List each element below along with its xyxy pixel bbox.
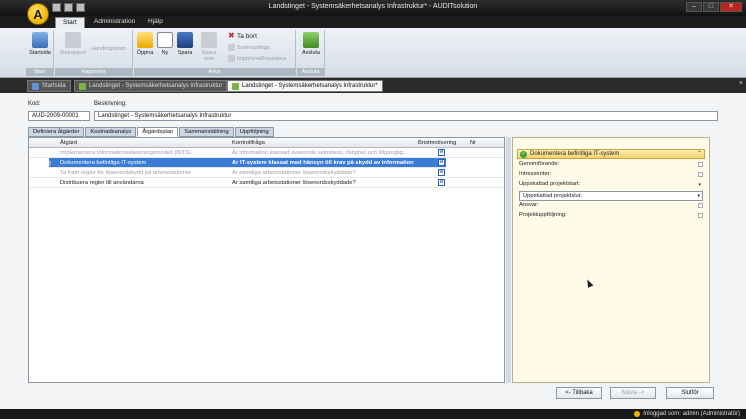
document-icon	[232, 82, 239, 90]
home-icon	[32, 82, 39, 90]
subtab-uppfoljning[interactable]: Uppföljning	[234, 127, 274, 137]
edit-field-icon[interactable]	[698, 172, 703, 177]
folder-icon	[137, 32, 153, 48]
user-icon	[634, 411, 641, 417]
panel-splitter[interactable]	[506, 137, 511, 383]
edit-field-icon[interactable]	[698, 203, 703, 208]
maximize-button[interactable]: □	[703, 2, 719, 12]
app-logo[interactable]: A	[27, 3, 49, 25]
tab-start[interactable]: Start	[55, 17, 85, 28]
merge-icon	[228, 44, 235, 51]
doc-tab-analysis-modified[interactable]: Landstinget - Systemsäkerhetsanalys Infr…	[227, 80, 383, 92]
save-as-button[interactable]: Spara som	[196, 32, 222, 62]
group-rapporter: Slutrapport Handlingsplan Rapporter	[55, 30, 133, 76]
import-export-icon	[228, 55, 235, 62]
beskrivning-label: Beskrivning:	[94, 101, 127, 107]
window-title: Landstinget - Systemsäkerhetsanalys Infr…	[268, 3, 478, 10]
status-bar: Inloggad som: admin (Administratör)	[0, 409, 746, 419]
edit-field-icon[interactable]	[698, 162, 703, 167]
detail-panel: ✓ Dokumentera befintliga IT-system ⌃ Gen…	[512, 137, 710, 383]
save-icon	[177, 32, 193, 48]
group-arkiv: Öppna Ny Spara Spara som ✖ Ta bort Samma…	[134, 30, 296, 76]
tab-hjalp[interactable]: Hjälp	[141, 17, 170, 28]
delete-button[interactable]: ✖ Ta bort	[228, 31, 257, 41]
edit-motivation-icon[interactable]: A	[438, 179, 445, 186]
exit-icon	[303, 32, 319, 48]
projektuppfoljning-row[interactable]: Projektuppföljning:	[519, 212, 703, 222]
save-as-icon	[201, 32, 217, 48]
delete-icon: ✖	[228, 31, 235, 40]
doc-tab-startsida[interactable]: Startsida	[27, 80, 71, 92]
detail-title: Dokumentera befintliga IT-system	[530, 151, 620, 157]
open-button[interactable]: Öppna	[135, 32, 155, 56]
slutrapport-button[interactable]: Slutrapport	[57, 32, 89, 56]
genomforande-row[interactable]: Genomförande:	[519, 161, 703, 171]
subtab-definiera[interactable]: Definiera åtgärder	[28, 127, 85, 137]
tab-administration[interactable]: Administration	[87, 17, 142, 28]
document-tabs: Startsida Landstinget - Systemsäkerhetsa…	[0, 78, 746, 93]
check-icon: ✓	[520, 151, 527, 158]
expand-icon[interactable]: ⊞	[46, 160, 51, 167]
grid-header: Åtgärd Kontrollfråga Bristmotivering Nr	[29, 138, 504, 148]
row-pointer-icon: ›	[35, 160, 37, 166]
kod-label: Kod:	[28, 101, 41, 107]
chevron-down-icon[interactable]: ▾	[698, 182, 701, 188]
doc-tab-analysis[interactable]: Landstinget - Systemsäkerhetsanalys Infr…	[74, 80, 228, 92]
close-document-icon[interactable]: ×	[739, 80, 743, 87]
col-atgard[interactable]: Åtgärd	[60, 140, 77, 146]
merge-button[interactable]: Sammanfoga	[228, 44, 270, 51]
action-grid: Åtgärd Kontrollfråga Bristmotivering Nr …	[28, 137, 505, 383]
beskrivning-field[interactable]: Landstinget - Systemsäkerhetsanalys Infr…	[94, 111, 718, 121]
document-icon	[79, 82, 86, 90]
edit-field-icon[interactable]	[698, 213, 703, 218]
group-start: Startsida Start	[26, 30, 54, 76]
table-row-selected[interactable]: › ⊞ Dokumentera befintliga IT-system Är …	[35, 158, 446, 168]
chevron-down-icon[interactable]: ▾	[697, 193, 700, 199]
handlingsplan-button[interactable]: Handlingsplan	[91, 46, 126, 52]
next-button[interactable]: Nästa ->	[610, 387, 656, 399]
exit-button[interactable]: Avsluta	[299, 32, 323, 56]
report-icon	[65, 32, 81, 48]
table-row[interactable]: Ta fram regler för lösenordskydd på arbe…	[29, 168, 504, 178]
minimize-button[interactable]: –	[686, 2, 702, 12]
edit-motivation-icon[interactable]: A	[438, 159, 445, 166]
window-controls: – □ ✕	[686, 2, 742, 12]
new-document-icon	[157, 32, 173, 48]
col-nr[interactable]: Nr	[470, 140, 476, 146]
finish-button[interactable]: Slutför	[666, 387, 714, 399]
edit-motivation-icon[interactable]: A	[438, 149, 445, 156]
sub-tabs: Definiera åtgärder Kostnadsanalys Åtgärd…	[28, 127, 274, 137]
home-icon	[32, 32, 48, 48]
edit-motivation-icon[interactable]: A	[438, 169, 445, 176]
save-button[interactable]: Spara	[176, 32, 194, 56]
subtab-kostnadsanalys[interactable]: Kostnadsanalys	[85, 127, 137, 137]
login-status: Inloggad som: admin (Administratör)	[634, 411, 740, 417]
table-row[interactable]: Implementera informationsklassningsmodel…	[29, 148, 504, 158]
table-row[interactable]: Distribuera regler till användarna Är sa…	[29, 178, 504, 188]
collapse-icon[interactable]: ⌃	[697, 150, 702, 157]
main-content: Kod: AUD-2009-00001 Beskrivning: Landsti…	[0, 93, 746, 409]
ansvar-row[interactable]: Ansvar:	[519, 202, 703, 212]
startsida-button[interactable]: Startsida	[28, 32, 52, 56]
title-bar: Landstinget - Systemsäkerhetsanalys Infr…	[0, 0, 746, 16]
detail-header[interactable]: ✓ Dokumentera befintliga IT-system ⌃	[517, 149, 705, 159]
ribbon: Startsida Start Slutrapport Handlingspla…	[0, 28, 746, 78]
intressenter-row[interactable]: Intressenter:	[519, 171, 703, 181]
app-window: Landstinget - Systemsäkerhetsanalys Infr…	[0, 0, 746, 419]
import-export-button[interactable]: Importera/Exportera	[228, 55, 286, 62]
col-bristmotivering[interactable]: Bristmotivering	[418, 140, 456, 146]
group-avsluta: Avsluta Avsluta	[297, 30, 325, 76]
subtab-atgardsplan[interactable]: Åtgärdsplan	[137, 127, 179, 137]
projektslut-dropdown[interactable]: Uppskattad projektslut: ▾	[519, 191, 703, 201]
back-button[interactable]: <- Tillbaka	[556, 387, 602, 399]
subtab-sammanstallning[interactable]: Sammanställning	[179, 127, 234, 137]
projektstart-row[interactable]: Uppskattad projektstart: ▾	[519, 181, 703, 191]
kod-field[interactable]: AUD-2009-00001	[28, 111, 90, 121]
ribbon-tabs: Start Administration Hjälp	[0, 16, 746, 28]
close-window-button[interactable]: ✕	[720, 2, 742, 12]
new-button[interactable]: Ny	[157, 32, 173, 56]
col-kontrollfraga[interactable]: Kontrollfråga	[232, 140, 265, 146]
